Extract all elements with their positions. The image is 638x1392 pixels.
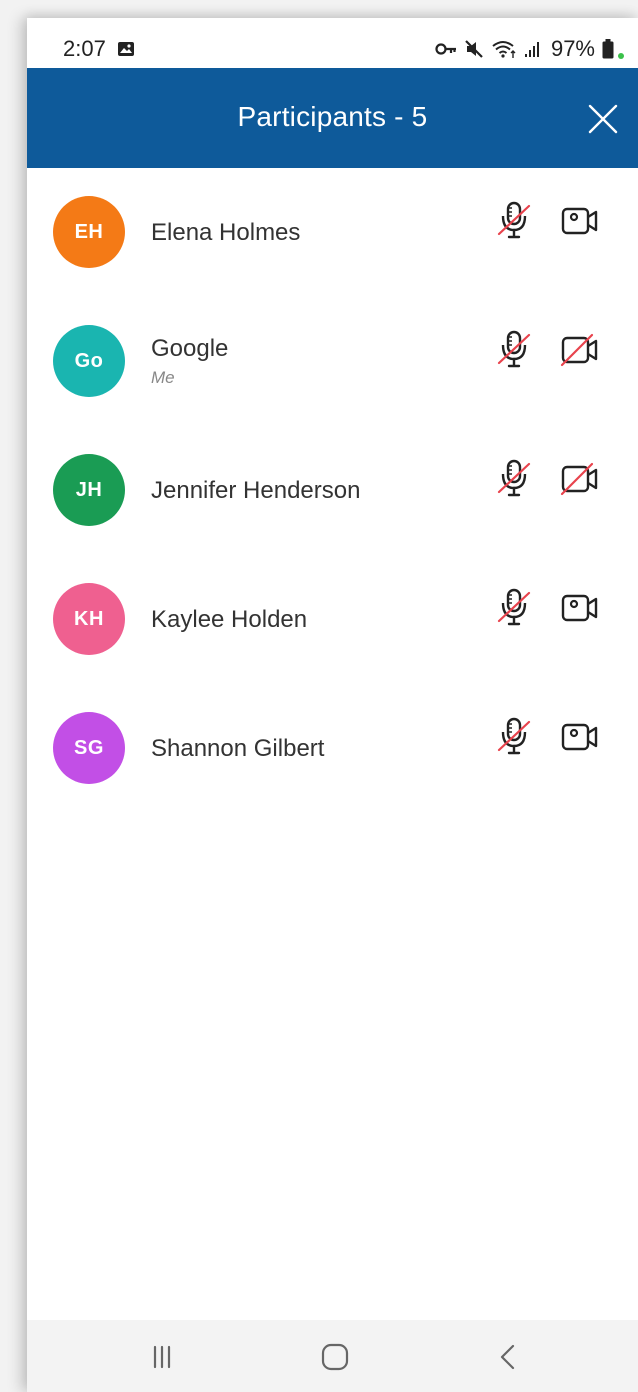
home-icon[interactable] (315, 1340, 355, 1374)
privacy-indicator-dot (618, 53, 624, 59)
page-title: Participants - 5 (237, 101, 428, 132)
avatar: SG (53, 712, 125, 784)
camera-off-icon[interactable] (560, 333, 600, 367)
mic-muted-icon[interactable] (495, 587, 533, 627)
image-icon (118, 42, 134, 56)
app-frame: 2:07 97% Participants - 5 EH Elena Holme… (27, 18, 638, 1392)
participant-name: Shannon Gilbert (151, 735, 325, 762)
participant-row[interactable]: KH Kaylee Holden (27, 555, 638, 684)
participant-name: Elena Holmes (151, 219, 301, 246)
close-icon[interactable] (586, 102, 620, 136)
wifi-icon (492, 41, 516, 58)
mic-muted-icon[interactable] (495, 329, 533, 369)
participant-name: Google (151, 335, 229, 362)
mute-icon (465, 40, 483, 58)
mic-muted-icon[interactable] (495, 200, 533, 240)
app-header: Participants - 5 (27, 68, 638, 168)
mic-muted-icon[interactable] (495, 458, 533, 498)
status-time: 2:07 (63, 36, 106, 61)
battery-icon (602, 39, 614, 59)
signal-icon (524, 42, 539, 57)
participant-name: Jennifer Henderson (151, 477, 361, 504)
participant-list: EH Elena Holmes Go Google Me JH Jennifer Hende… (27, 168, 638, 813)
status-icons: 97% (435, 36, 624, 62)
camera-icon[interactable] (560, 720, 600, 754)
avatar: KH (53, 583, 125, 655)
avatar: EH (53, 196, 125, 268)
mic-muted-icon[interactable] (495, 716, 533, 756)
recent-apps-icon[interactable] (142, 1340, 182, 1374)
key-icon (435, 43, 456, 55)
navigation-bar (27, 1320, 638, 1392)
participant-row[interactable]: EH Elena Holmes (27, 168, 638, 297)
camera-icon[interactable] (560, 591, 600, 625)
camera-icon[interactable] (560, 204, 600, 238)
camera-off-icon[interactable] (560, 462, 600, 496)
participant-row[interactable]: JH Jennifer Henderson (27, 426, 638, 555)
avatar: Go (53, 325, 125, 397)
participant-name: Kaylee Holden (151, 606, 308, 633)
status-bar: 2:07 97% (27, 18, 638, 68)
battery-percent: 97% (550, 36, 595, 61)
participant-self-label: Me (151, 368, 175, 387)
participant-row[interactable]: Go Google Me (27, 297, 638, 426)
avatar: JH (53, 454, 125, 526)
back-icon[interactable] (488, 1340, 528, 1374)
participant-row[interactable]: SG Shannon Gilbert (27, 684, 638, 813)
